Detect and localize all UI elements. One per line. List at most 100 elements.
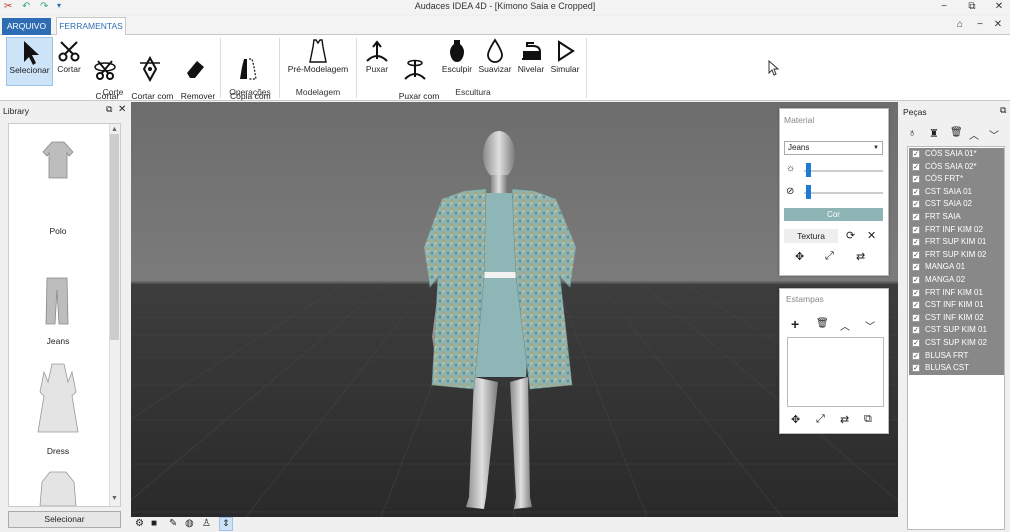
piece-item[interactable]: ✓ CST SAIA 01 (909, 185, 1004, 199)
piece-checkbox[interactable]: ✓ (912, 288, 920, 297)
tab-arquivo[interactable]: ARQUIVO (2, 18, 51, 35)
library-select-button[interactable]: Selecionar (8, 511, 121, 528)
simular-button[interactable]: Simular (549, 37, 581, 86)
brightness-slider[interactable] (804, 170, 883, 172)
piece-item[interactable]: ✓ CÓS FRT* (909, 173, 1004, 186)
piece-item[interactable]: ✓ CST SUP KIM 01 (909, 324, 1004, 337)
puxar-button[interactable]: Puxar (362, 37, 392, 86)
dress-thumbnail[interactable] (36, 362, 80, 436)
piece-checkbox[interactable]: ✓ (912, 225, 920, 234)
remover-cortes-button[interactable]: Remover cortes (176, 37, 215, 110)
piece-checkbox[interactable]: ✓ (912, 313, 920, 322)
texture-button[interactable]: Textura (784, 229, 838, 243)
piece-item[interactable]: ✓ CÓS SAIA 01* (909, 148, 1004, 161)
piece-item[interactable]: ✓ CST INF KIM 02 (909, 311, 1004, 325)
remove-texture-icon[interactable]: ✕ (867, 229, 876, 242)
pre-modelagem-button[interactable]: Pré-Modelagem (285, 37, 351, 86)
estampas-list[interactable] (787, 337, 884, 407)
piece-item[interactable]: ✓ CST INF KIM 01 (909, 299, 1004, 312)
piece-item[interactable]: ✓ FRT INF KIM 02 (909, 223, 1004, 237)
rotate-icon[interactable]: ⇄ (856, 250, 865, 263)
pencil-icon[interactable]: ✎ (169, 518, 177, 529)
scroll-thumb[interactable] (110, 134, 119, 340)
piece-checkbox[interactable]: ✓ (912, 250, 920, 259)
add-icon[interactable]: + (791, 316, 799, 332)
move-up-icon[interactable]: ︿ (969, 127, 979, 142)
tab-ferramentas[interactable]: FERRAMENTAS (56, 17, 126, 36)
pin-mode-icon[interactable]: ⇕ (219, 517, 233, 531)
scroll-down-icon[interactable]: ▼ (110, 495, 119, 504)
bicycle-icon[interactable]: ⚙ (135, 518, 144, 529)
piece-checkbox[interactable]: ✓ (912, 339, 920, 347)
jeans-thumbnail[interactable] (44, 276, 70, 328)
trash-icon[interactable]: 🗑 (816, 318, 829, 329)
selecionar-button[interactable]: Selecionar (6, 37, 53, 86)
piece-item[interactable]: ✓ MANGA 02 (909, 274, 1004, 287)
mannequin-model[interactable] (394, 127, 614, 517)
piece-checkbox[interactable]: ✓ (912, 187, 920, 196)
puxar-anel-button[interactable]: Puxar com Anel (394, 37, 439, 110)
scale-icon[interactable]: ⤢ (825, 250, 834, 263)
pin-icon[interactable]: ⧉ (106, 104, 112, 115)
close-button[interactable]: ✕ (985, 0, 1010, 14)
visibility-slider[interactable] (804, 192, 883, 194)
scale-icon[interactable]: ⤢ (816, 413, 825, 426)
piece-checkbox[interactable]: ✓ (912, 276, 920, 284)
copia-simetria-button[interactable]: Cópia com simetria (225, 37, 271, 110)
piece-checkbox[interactable]: ✓ (912, 364, 920, 373)
trash-icon[interactable]: 🗑 (950, 127, 963, 138)
refresh-icon[interactable]: ⟳ (846, 229, 855, 242)
piece-item[interactable]: ✓ FRT SAIA (909, 211, 1004, 224)
copy-icon[interactable]: ⧉ (864, 413, 872, 426)
polo-thumbnail[interactable] (40, 140, 76, 182)
cortar-anel-button[interactable]: Cortar com Anel (86, 37, 124, 110)
piece-checkbox[interactable]: ✓ (912, 162, 920, 171)
body-icon[interactable]: ♙ (202, 518, 211, 529)
move-down-icon[interactable]: ﹀ (865, 318, 875, 333)
restore-button[interactable]: ⧉ (958, 0, 986, 14)
piece-item[interactable]: ✓ BLUSA FRT (909, 349, 1004, 363)
cortar-curva-button[interactable]: Cortar com Curva (126, 37, 174, 110)
esculpir-button[interactable]: Esculpir (440, 37, 474, 86)
piece-checkbox[interactable]: ✓ (912, 200, 920, 209)
piece-checkbox[interactable]: ✓ (912, 213, 920, 221)
kimono-thumbnail[interactable] (38, 470, 78, 508)
globe-icon[interactable]: ◍ (185, 518, 194, 529)
piece-item[interactable]: ✓ CST SAIA 02 (909, 198, 1004, 211)
piece-item[interactable]: ✓ MANGA 01 (909, 261, 1004, 274)
minimize-button[interactable]: − (930, 0, 958, 14)
cortar-button[interactable]: Cortar (54, 37, 84, 86)
piece-item[interactable]: ✓ FRT INF KIM 01 (909, 286, 1004, 300)
brightness-slider-thumb[interactable] (806, 163, 811, 177)
piece-checkbox[interactable]: ✓ (912, 326, 920, 335)
move-icon[interactable]: ✥ (795, 250, 804, 263)
shirt-icon[interactable]: ♜ (929, 127, 939, 140)
dress-select-icon[interactable]: ♁ (908, 127, 916, 139)
pin-icon[interactable]: ⧉ (1000, 105, 1006, 116)
color-button[interactable]: Cor (784, 208, 883, 221)
piece-item[interactable]: ✓ CST SUP KIM 02 (909, 337, 1004, 350)
camera-icon[interactable]: ■ (151, 518, 157, 529)
ribbon-minimize-icon[interactable]: − (970, 18, 990, 32)
close-icon[interactable]: ✕ (118, 104, 126, 115)
ribbon-home-icon[interactable]: ⌂ (950, 18, 970, 32)
library-item-dress[interactable]: Dress (9, 446, 107, 456)
fabric-select[interactable]: Jeans ▼ (784, 141, 883, 155)
library-item-jeans[interactable]: Jeans (9, 336, 107, 346)
piece-checkbox[interactable]: ✓ (912, 301, 920, 310)
move-up-icon[interactable]: ︿ (840, 318, 850, 333)
piece-checkbox[interactable]: ✓ (912, 238, 920, 247)
piece-checkbox[interactable]: ✓ (912, 351, 920, 360)
nivelar-button[interactable]: Nivelar (515, 37, 547, 86)
library-item-polo[interactable]: Polo (9, 226, 107, 236)
piece-checkbox[interactable]: ✓ (912, 263, 920, 272)
move-icon[interactable]: ✥ (791, 413, 800, 426)
ribbon-close-icon[interactable]: ✕ (988, 18, 1008, 32)
visibility-slider-thumb[interactable] (806, 185, 811, 199)
piece-item[interactable]: ✓ FRT SUP KIM 01 (909, 236, 1004, 249)
rotate-icon[interactable]: ⇄ (840, 413, 849, 426)
piece-item[interactable]: ✓ BLUSA CST (909, 362, 1004, 375)
piece-item[interactable]: ✓ CÓS SAIA 02* (909, 160, 1004, 174)
piece-item[interactable]: ✓ FRT SUP KIM 02 (909, 248, 1004, 262)
move-down-icon[interactable]: ﹀ (989, 127, 999, 142)
